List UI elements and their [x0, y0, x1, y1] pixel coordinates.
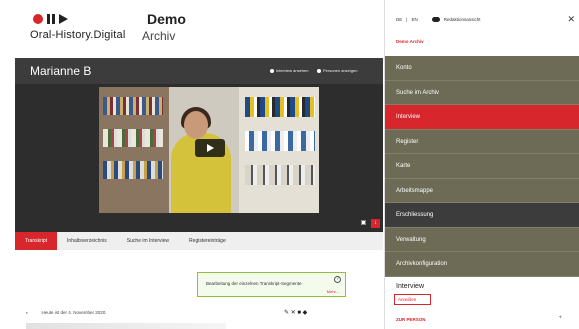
tab-table-of-contents[interactable]: Inhaltsverzeichnis	[57, 232, 117, 250]
bookshelf	[245, 97, 315, 117]
bookshelf	[245, 165, 315, 185]
notice-text: Bearbeitung der einzelnen Transkript-Seg…	[206, 281, 303, 286]
bookshelf	[103, 161, 163, 179]
sidebar-item-arbeitsmappe[interactable]: Arbeitsmappe	[385, 178, 579, 203]
info-notice: Bearbeitung der einzelnen Transkript-Seg…	[197, 272, 346, 297]
expand-icon[interactable]: +	[558, 315, 562, 321]
bookshelf	[103, 97, 163, 115]
content-tabs: Transkript Inhaltsverzeichnis Suche im I…	[15, 232, 383, 250]
option-watch-interview[interactable]: Interview ansehen	[270, 68, 308, 73]
video-player: ▣ ↓	[15, 84, 383, 232]
download-icon[interactable]: ↓	[371, 219, 380, 228]
radio-icon	[317, 68, 321, 73]
header: Oral-History.Digital Demo Archiv	[0, 0, 384, 58]
lang-en[interactable]: EN	[411, 17, 417, 22]
sidebar-menu: Konto Suche im Archiv Interview Register…	[385, 56, 579, 277]
interviewee-name: Marianne B	[30, 64, 92, 78]
video-frame[interactable]	[99, 87, 319, 213]
bookshelf	[103, 129, 163, 147]
radio-icon	[270, 68, 274, 73]
tab-transcript[interactable]: Transkript	[15, 232, 58, 250]
fullscreen-icon[interactable]: ▣	[359, 219, 368, 228]
logo-text[interactable]: Oral-History.Digital	[30, 29, 125, 41]
person-link[interactable]: ZUR PERSON	[396, 317, 426, 322]
timecode-icon[interactable]: ▸	[26, 310, 28, 315]
notice-more-link[interactable]: Mehr...	[327, 289, 339, 294]
sidebar-item-verwaltung[interactable]: Verwaltung	[385, 227, 579, 252]
person-face	[184, 111, 208, 139]
bookshelf	[245, 131, 315, 151]
play-icon	[59, 14, 68, 24]
language-switch: DE | EN Redaktionsansicht	[396, 17, 480, 22]
transcript-next-line	[26, 323, 226, 329]
sidebar-item-interview[interactable]: Interview	[385, 105, 579, 130]
submenu-button[interactable]: Anreißen	[394, 294, 431, 305]
lang-separator: |	[406, 17, 408, 22]
close-icon[interactable]: ✕	[567, 14, 575, 25]
tab-search-interview[interactable]: Suche im Interview	[117, 232, 179, 250]
sidebar-item-karte[interactable]: Karte	[385, 154, 579, 179]
pause-icon	[47, 14, 55, 24]
logo[interactable]	[33, 13, 68, 25]
lang-de[interactable]: DE	[396, 17, 402, 22]
record-icon	[33, 14, 43, 24]
sidebar-item-suche[interactable]: Suche im Archiv	[385, 80, 579, 105]
option-show-persons[interactable]: Personen anzeigen	[317, 68, 357, 73]
sidebar-item-erschliessung[interactable]: Erschliessung	[385, 203, 579, 228]
segment-actions[interactable]: ✎ ✕ ■ ◆	[284, 309, 307, 316]
redaktion-label: Redaktionsansicht	[443, 17, 481, 22]
interview-submenu: Interview Anreißen ZUR PERSON +	[385, 278, 579, 329]
project-subtitle: Archiv	[142, 29, 176, 43]
help-icon[interactable]: ?	[334, 276, 341, 283]
sidebar-item-archivkonfiguration[interactable]: Archivkonfiguration	[385, 252, 579, 277]
archive-link[interactable]: Demo Archiv	[396, 39, 424, 44]
segment-text: Heute ist der 4. November 2020.	[41, 310, 107, 315]
redaktion-toggle[interactable]	[431, 17, 440, 22]
transcript-segment: ▸ Heute ist der 4. November 2020.	[26, 310, 107, 316]
project-title: Demo	[147, 11, 186, 27]
submenu-title: Interview	[396, 283, 425, 290]
play-button[interactable]	[195, 139, 225, 157]
tab-register-entries[interactable]: Registereinträge	[179, 232, 236, 250]
interview-titlebar: Marianne B Interview ansehen Personen an…	[15, 58, 383, 84]
sidebar-item-konto[interactable]: Konto	[385, 56, 579, 81]
sidebar-item-register[interactable]: Register	[385, 129, 579, 154]
sidebar: DE | EN Redaktionsansicht ✕ Demo Archiv …	[384, 0, 579, 329]
